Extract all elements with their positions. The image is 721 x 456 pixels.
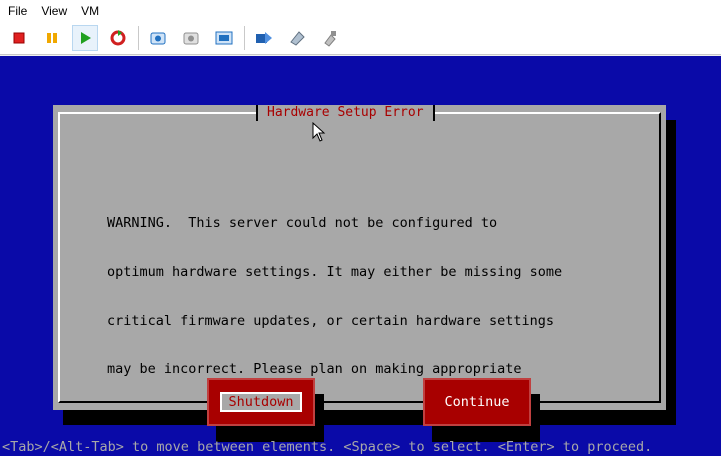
mouse-cursor-icon [312,122,326,142]
reset-icon [110,30,126,46]
menu-view[interactable]: View [39,4,69,18]
stop-button[interactable] [6,25,32,51]
shutdown-button[interactable]: Shutdown [207,378,315,426]
play-icon [81,32,91,44]
menu-vm[interactable]: VM [79,4,101,18]
revert-button[interactable] [178,25,204,51]
message-line: may be incorrect. Please plan on making … [107,361,522,378]
dialog-title: Hardware Setup Error [256,105,435,121]
stop-icon [13,32,25,44]
continue-button-label: Continue [444,394,510,410]
toolbar-separator [244,26,245,50]
keyboard-hint: <Tab>/<Alt-Tab> to move between elements… [2,439,653,455]
vm-console[interactable]: Hardware Setup Error WARNING. This serve… [0,56,721,456]
snapshot-button[interactable] [145,25,171,51]
snapshot-manager-icon [215,31,233,45]
revert-icon [183,32,199,45]
message-line: hardware setup changes as soon as possib… [107,409,457,426]
menu-file[interactable]: File [6,4,29,18]
toolbar [0,22,721,55]
message-line: critical firmware updates, or certain ha… [107,312,555,329]
pause-button[interactable] [39,25,65,51]
snapshot-manager-button[interactable] [211,25,237,51]
warning-message: WARNING. This server could not be config… [107,183,627,456]
message-line: WARNING. This server could not be config… [107,215,498,232]
continue-button[interactable]: Continue [423,378,531,426]
pause-icon [47,33,57,43]
toolbar-separator [138,26,139,50]
reset-button[interactable] [105,25,131,51]
removable-devices-button[interactable] [284,25,310,51]
shutdown-button-label: Shutdown [220,392,302,412]
hardware-setup-error-dialog: Hardware Setup Error WARNING. This serve… [53,105,666,442]
usb-icon [324,31,336,47]
message-line: optimum hardware settings. It may either… [107,264,563,281]
send-ctrl-alt-del-button[interactable] [251,25,277,51]
removable-devices-icon [290,31,305,46]
usb-button[interactable] [317,25,343,51]
menu-bar: File View VM [0,0,721,22]
start-button[interactable] [72,25,98,51]
snapshot-icon [150,32,166,45]
send-ctrl-alt-del-icon [256,32,272,44]
